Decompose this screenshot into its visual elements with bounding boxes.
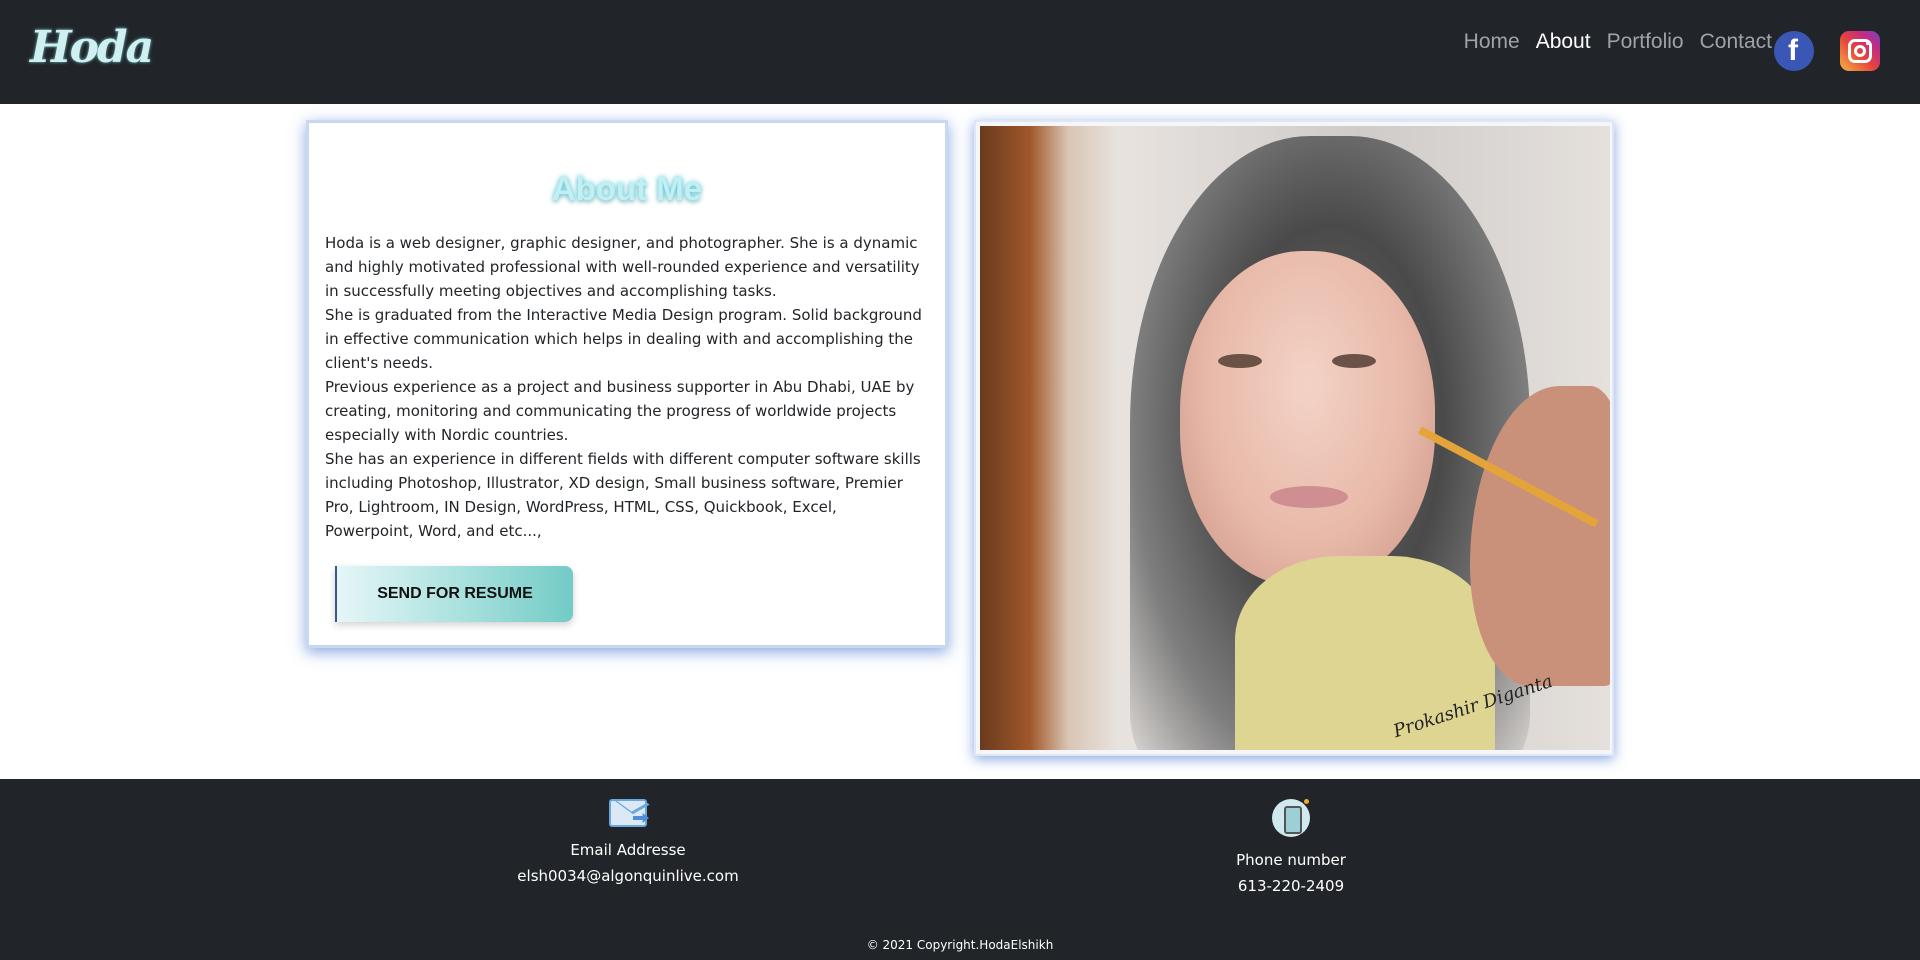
instagram-icon[interactable]	[1840, 31, 1880, 71]
send-for-resume-button[interactable]: SEND FOR RESUME	[335, 566, 573, 622]
nav-menu: Home About Portfolio Contact	[1464, 30, 1772, 54]
facebook-glyph: f	[1788, 34, 1798, 67]
instagram-flash	[1866, 42, 1869, 45]
nav-portfolio-link[interactable]: Portfolio	[1607, 30, 1684, 54]
about-card: About Me Hoda is a web designer, graphic…	[306, 120, 948, 648]
email-label: Email Addresse	[570, 841, 686, 859]
nav-about-link[interactable]: About	[1536, 30, 1591, 54]
about-title: About Me	[551, 170, 703, 207]
mail-icon	[609, 799, 647, 827]
nav-home-link[interactable]: Home	[1464, 30, 1520, 54]
navbar: Hoda Home About Portfolio Contact f	[0, 0, 1920, 104]
phone-contact: Phone number 613-220-2409	[1161, 779, 1421, 895]
portrait-lips	[1270, 486, 1348, 508]
portrait-eye-left	[1218, 354, 1262, 368]
portrait-face	[1180, 251, 1435, 586]
footer: Email Addresse elsh0034@algonquinlive.co…	[0, 779, 1920, 960]
about-text: Hoda is a web designer, graphic designer…	[325, 231, 925, 543]
portrait-sketch-image: Prokashir Diganta	[980, 126, 1610, 750]
about-paragraph: She has an experience in different field…	[325, 450, 921, 540]
nav-contact-link[interactable]: Contact	[1700, 30, 1772, 54]
about-paragraph: Previous experience as a project and bus…	[325, 378, 915, 444]
phone-number[interactable]: 613-220-2409	[1161, 877, 1421, 895]
phone-icon	[1272, 799, 1310, 837]
email-contact: Email Addresse elsh0034@algonquinlive.co…	[498, 779, 758, 885]
about-paragraph: She is graduated from the Interactive Me…	[325, 306, 922, 372]
logo[interactable]: Hoda	[30, 22, 154, 73]
phone-label: Phone number	[1236, 851, 1346, 869]
email-address[interactable]: elsh0034@algonquinlive.com	[498, 867, 758, 885]
facebook-icon[interactable]: f	[1774, 31, 1814, 71]
copyright-text: © 2021 Copyright.HodaElshikh	[866, 938, 1054, 952]
about-paragraph: Hoda is a web designer, graphic designer…	[325, 234, 920, 300]
portrait-frame: Prokashir Diganta	[974, 120, 1614, 756]
instagram-lens	[1854, 45, 1866, 57]
portrait-eye-right	[1332, 354, 1376, 368]
